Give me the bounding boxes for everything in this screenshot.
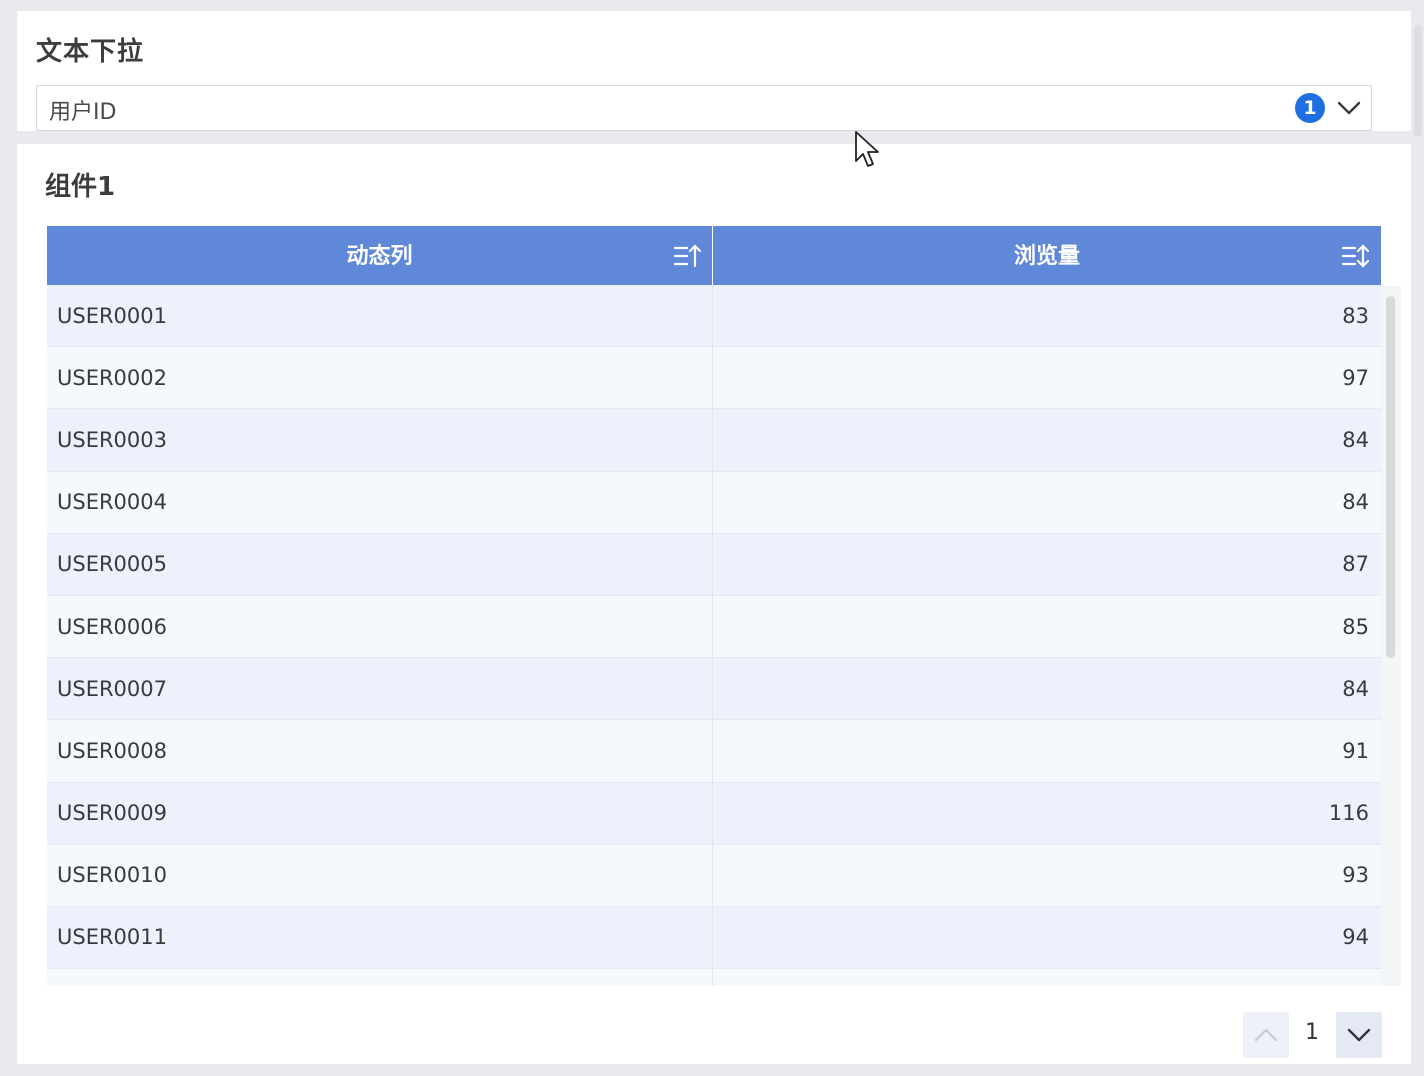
pager-next-button[interactable]: [1336, 1012, 1382, 1058]
column-header-views[interactable]: 浏览量: [713, 226, 1381, 285]
views-cell: 97: [1342, 365, 1369, 390]
table-row[interactable]: USER0004 84: [47, 471, 1381, 534]
chevron-up-icon: [1254, 1028, 1278, 1042]
user-id-select[interactable]: 用户ID 1: [36, 85, 1372, 131]
table-header: 动态列 浏览量: [47, 226, 1381, 285]
table-row[interactable]: USER0011 94: [47, 906, 1381, 970]
table-scrollbar-thumb[interactable]: [1386, 296, 1395, 658]
table-row[interactable]: USER0008 91: [47, 720, 1381, 783]
column-header-label: 浏览量: [1013, 244, 1080, 269]
user-cell: USER0005: [47, 533, 713, 595]
table-row[interactable]: USER0009 116: [47, 782, 1381, 845]
text-dropdown-filter: 文本下拉 用户ID 1: [17, 11, 1422, 137]
views-cell: 94: [1342, 925, 1369, 950]
sort-ascending-icon[interactable]: [673, 242, 701, 270]
panel-scrollbar[interactable]: [1412, 23, 1424, 139]
data-table: 动态列 浏览量 USER0001 83 USER0002 97 USER0003…: [47, 226, 1381, 986]
user-cell: USER0004: [47, 471, 713, 533]
user-cell: USER0006: [47, 595, 713, 658]
filter-title: 文本下拉: [36, 37, 145, 67]
user-cell: USER0001: [47, 285, 713, 347]
column-header-dynamic[interactable]: 动态列: [47, 226, 713, 285]
table-row[interactable]: USER0005 87: [47, 533, 1381, 596]
pager-prev-button[interactable]: [1243, 1012, 1289, 1058]
select-value: 用户ID: [49, 100, 117, 125]
mouse-cursor-icon: [855, 131, 879, 167]
chevron-down-icon[interactable]: [1335, 94, 1363, 122]
views-cell: 91: [1342, 738, 1369, 763]
views-cell: 84: [1342, 427, 1369, 452]
views-cell: 84: [1342, 676, 1369, 701]
user-cell: USER0009: [47, 782, 713, 844]
table-row[interactable]: USER0002 97: [47, 347, 1381, 410]
current-page: 1: [1305, 1020, 1319, 1045]
panel-scrollbar-thumb[interactable]: [1414, 25, 1422, 137]
table-row[interactable]: USER0007 84: [47, 658, 1381, 721]
sort-toggle-icon[interactable]: [1341, 242, 1369, 270]
views-cell: [713, 969, 1381, 986]
views-cell: 116: [1328, 801, 1369, 826]
views-cell: 85: [1342, 614, 1369, 639]
user-cell: [47, 969, 713, 986]
user-cell: USER0002: [47, 347, 713, 409]
table-widget: 组件1 动态列 浏览量 USER0001 83 USER0002 97 USER…: [17, 144, 1411, 1064]
table-row[interactable]: [47, 969, 1381, 986]
table-body: USER0001 83 USER0002 97 USER0003 84 USER…: [47, 285, 1381, 986]
table-row[interactable]: USER0001 83: [47, 285, 1381, 348]
chevron-down-icon: [1347, 1028, 1371, 1042]
table-row[interactable]: USER0010 93: [47, 844, 1381, 907]
table-row[interactable]: USER0003 84: [47, 409, 1381, 472]
user-cell: USER0010: [47, 844, 713, 906]
user-cell: USER0007: [47, 658, 713, 720]
user-cell: USER0011: [47, 906, 713, 969]
table-scrollbar[interactable]: [1381, 286, 1401, 986]
views-cell: 84: [1342, 490, 1369, 515]
views-cell: 83: [1342, 303, 1369, 328]
selected-count-badge: 1: [1295, 93, 1325, 123]
user-cell: USER0008: [47, 720, 713, 782]
widget-title: 组件1: [45, 172, 116, 202]
column-header-label: 动态列: [346, 244, 413, 269]
user-cell: USER0003: [47, 409, 713, 471]
views-cell: 93: [1342, 863, 1369, 888]
views-cell: 87: [1342, 552, 1369, 577]
table-row[interactable]: USER0006 85: [47, 595, 1381, 659]
